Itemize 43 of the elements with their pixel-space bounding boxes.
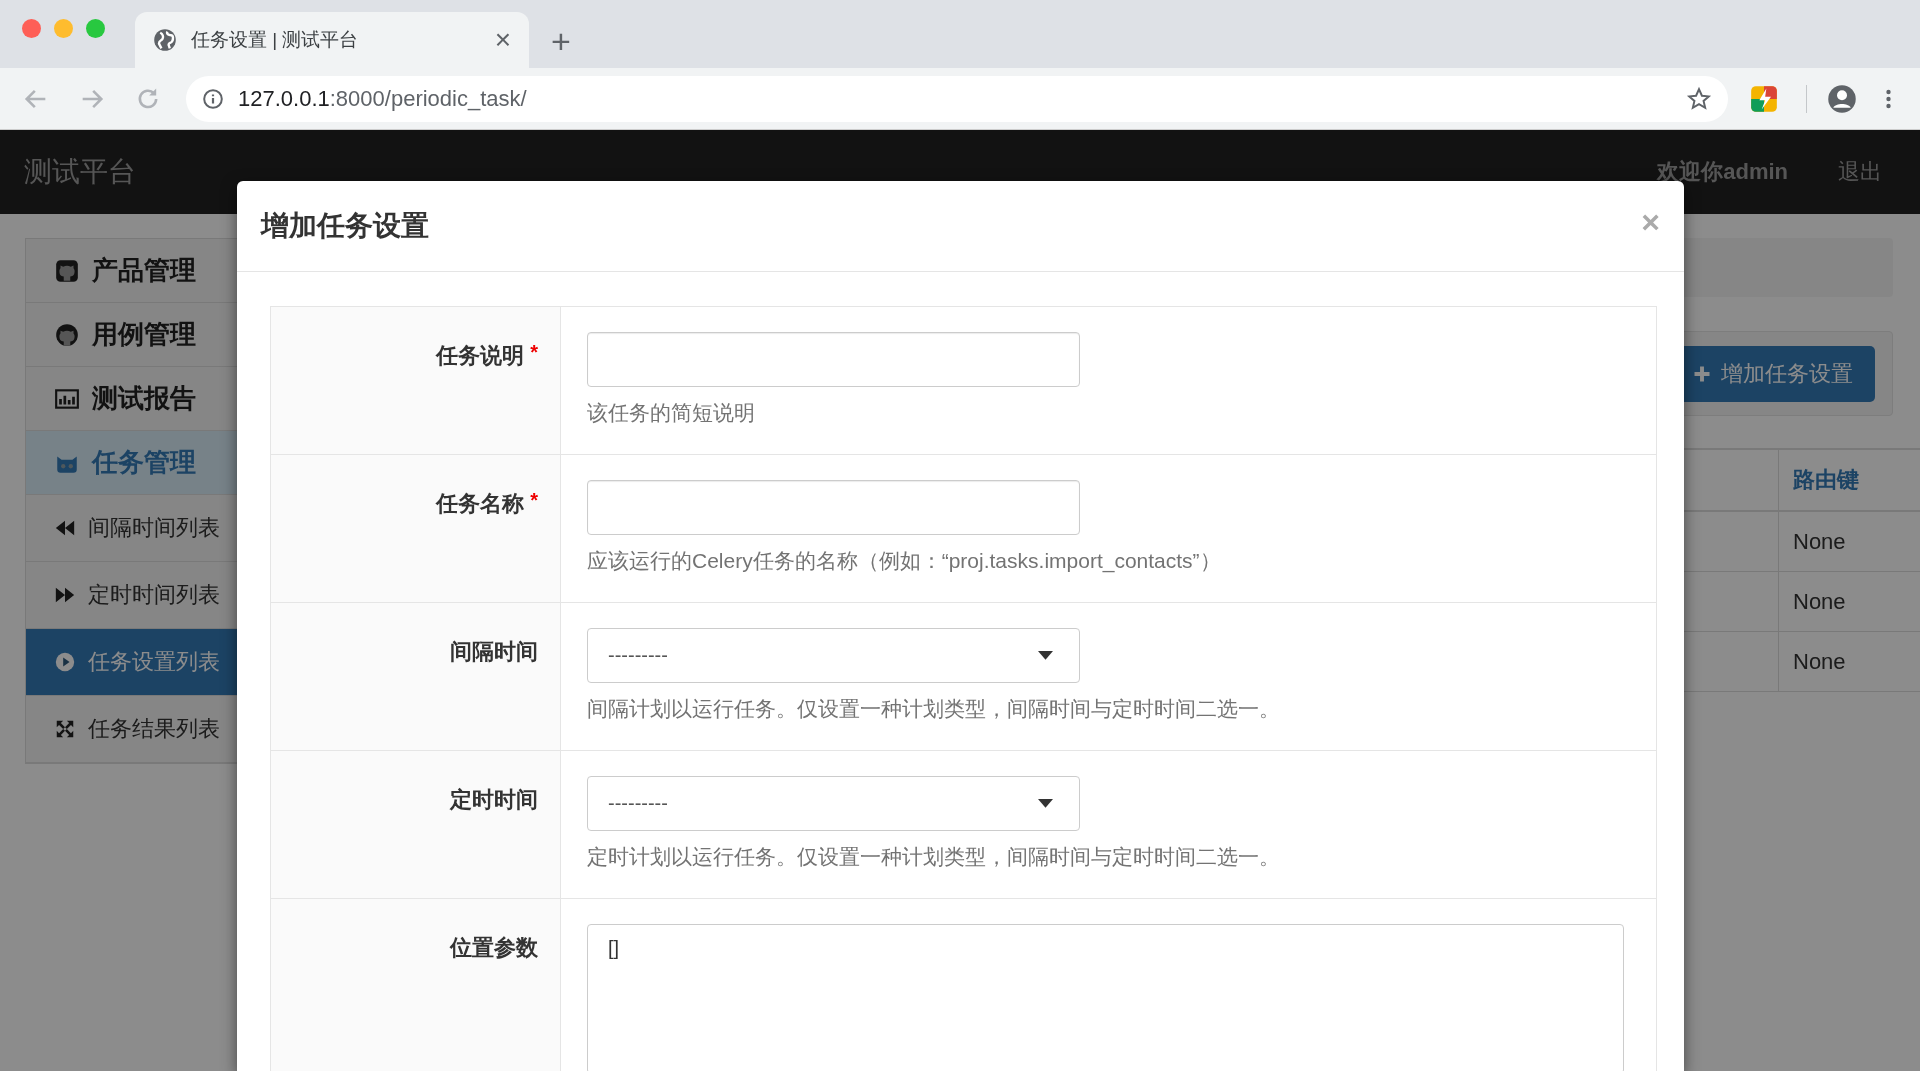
help-text: 定时计划以运行任务。仅设置一种计划类型，间隔时间与定时时间二选一。 xyxy=(587,844,1280,870)
table-cell-text: None xyxy=(1792,647,1847,676)
maximize-window-button[interactable] xyxy=(86,18,105,38)
address-field[interactable]: 127.0.0.1:8000/periodic_task/ xyxy=(186,75,1728,122)
github-icon xyxy=(54,257,80,284)
welcome-text: 欢迎你admin xyxy=(1657,158,1788,186)
minimize-window-button[interactable] xyxy=(54,18,73,38)
plus-icon xyxy=(1693,364,1711,383)
account-icon[interactable] xyxy=(1827,83,1857,114)
text-area[interactable]: [] xyxy=(587,924,1624,1071)
expand-icon xyxy=(54,718,76,740)
help-text: 间隔计划以运行任务。仅设置一种计划类型，间隔时间与定时时间二选一。 xyxy=(587,696,1280,722)
github-icon xyxy=(54,321,80,348)
play-icon xyxy=(54,651,76,673)
caret-icon xyxy=(1038,798,1053,809)
help-text: 应该运行的Celery任务的名称（例如：“proj.tasks.import_contacts”） xyxy=(587,548,1221,575)
dropdown-field[interactable]: --------- xyxy=(587,628,1080,683)
new-tab-button[interactable]: + xyxy=(551,24,571,58)
help-text: 该任务的简短说明 xyxy=(587,400,755,426)
close-window-button[interactable] xyxy=(22,18,41,38)
extension-icon[interactable] xyxy=(1750,84,1778,113)
field-label: 定时时间 xyxy=(450,786,538,814)
info-icon[interactable] xyxy=(202,87,224,110)
globe-icon xyxy=(153,28,177,52)
field-label: 间隔时间 xyxy=(450,638,538,666)
text-field[interactable] xyxy=(587,332,1080,387)
column-header[interactable]: 路由键 xyxy=(1779,450,1920,510)
brand-title[interactable]: 测试平台 xyxy=(24,153,136,191)
close-tab-button[interactable]: × xyxy=(494,26,511,54)
dropdown-field[interactable]: --------- xyxy=(587,776,1080,831)
required-mark: * xyxy=(530,489,538,512)
field-label: 任务名称 xyxy=(436,490,525,518)
caret-icon xyxy=(1038,650,1053,661)
table-cell-text: None xyxy=(1792,527,1847,556)
field-label: 位置参数 xyxy=(450,934,538,962)
table-cell-text: None xyxy=(1792,587,1847,616)
star-icon[interactable] xyxy=(1686,85,1712,112)
logout-link[interactable]: 退出 xyxy=(1838,157,1882,187)
field-label: 任务说明 xyxy=(436,342,525,370)
required-mark: * xyxy=(530,341,538,364)
browser-tab[interactable]: 任务设置 | 测试平台 × xyxy=(135,12,529,68)
text-field[interactable] xyxy=(587,480,1080,535)
url-text: 127.0.0.1:8000/periodic_task/ xyxy=(238,85,528,112)
